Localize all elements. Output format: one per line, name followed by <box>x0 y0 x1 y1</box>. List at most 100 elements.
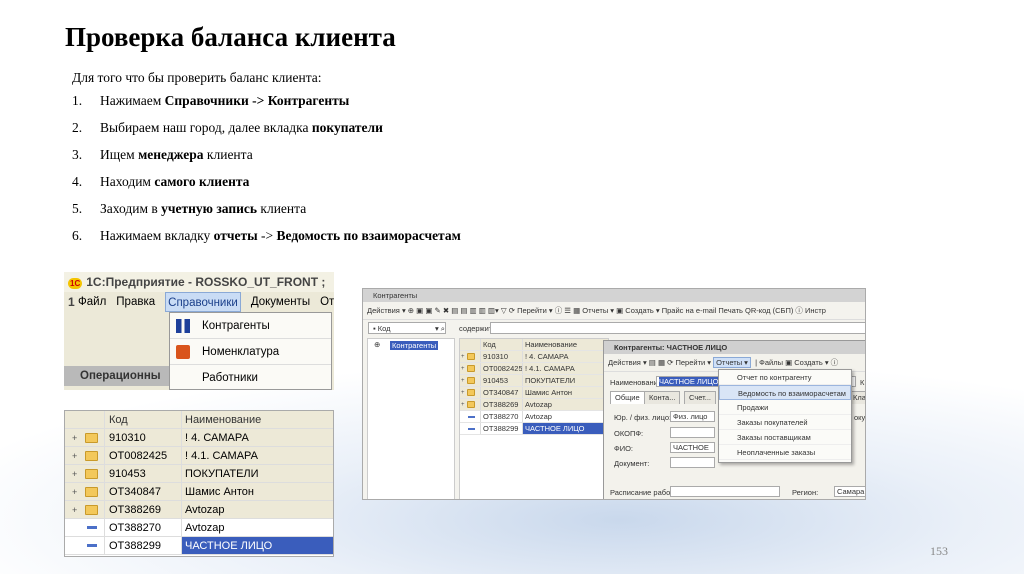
reports-menu-item[interactable]: Заказы поставщикам <box>719 430 851 445</box>
operations-panel: Операционны <box>64 366 174 386</box>
cell-code: ОТ340847 <box>105 483 182 500</box>
type-input[interactable]: Физ. лицо <box>670 411 715 422</box>
region-input[interactable]: Самара <box>834 486 865 497</box>
cell-code: 910310 <box>105 429 182 446</box>
table-row[interactable]: ОТ388299 ЧАСТНОЕ ЛИЦО <box>460 423 608 435</box>
region-label: Регион: <box>792 488 819 497</box>
menu-directories[interactable]: Справочники <box>165 292 241 312</box>
reports-menu-item[interactable]: Продажи <box>719 400 851 415</box>
folder-icon <box>85 451 98 461</box>
menu-item-workers[interactable]: Работники <box>170 365 331 390</box>
step-text: Ищем <box>100 147 139 162</box>
filter-field-select[interactable]: ▪ Код ▾ ⌕ <box>368 322 446 334</box>
cell-name: Avtozap <box>185 522 225 534</box>
step-text: Находим <box>100 174 155 189</box>
buyer-label: окуп <box>854 413 866 422</box>
filter-input[interactable] <box>490 322 865 334</box>
reports-menu-item[interactable]: Неоплаченные заказы <box>719 445 851 460</box>
tab-contacts[interactable]: Конта... <box>644 391 681 404</box>
menu-reports[interactable]: Отч <box>320 292 334 312</box>
column-name[interactable]: Наименование <box>522 339 608 350</box>
filter-label: содержит: <box>459 324 495 333</box>
column-code[interactable]: Код <box>480 339 522 350</box>
okopf-label: ОКОПФ: <box>614 429 644 438</box>
reports-dropdown: Отчет по контрагенту Ведомость по взаимор… <box>718 369 852 463</box>
expand-icon[interactable]: + <box>461 351 465 363</box>
document-input[interactable] <box>670 457 715 468</box>
reports-menu-item[interactable]: Ведомость по взаиморасчетам <box>719 385 851 400</box>
table-row[interactable]: + ОТ0082425! 4.1. САМАРА <box>460 363 608 375</box>
table-row[interactable]: +910310! 4. САМАРА <box>65 429 333 447</box>
step-number: 1. <box>72 93 83 108</box>
1c-logo: 1С <box>68 278 83 289</box>
cell-name: Avtozap <box>522 411 608 422</box>
menu-item-counterparties[interactable]: Контрагенты <box>170 313 331 339</box>
form-actions[interactable]: Действия ▾ ▤ ▦ ⟳ Перейти ▾ <box>608 358 711 367</box>
tree-node-counterparties[interactable]: Контрагенты <box>390 341 439 350</box>
okopf-select[interactable] <box>670 427 715 438</box>
expand-icon[interactable]: + <box>72 501 77 519</box>
expand-icon[interactable]: + <box>72 483 77 501</box>
table-row[interactable]: + ОТ340847 Шамис Антон <box>460 387 608 399</box>
folder-icon <box>85 487 98 497</box>
expand-icon[interactable]: + <box>461 399 465 411</box>
k-label: К <box>860 378 865 387</box>
slide-title: Проверка баланса клиента <box>65 22 396 52</box>
cell-name: Шамис Антон <box>185 486 254 498</box>
expand-icon[interactable]: + <box>72 465 77 483</box>
menu-edit[interactable]: Правка <box>116 292 155 312</box>
menu-item-nomenclature[interactable]: Номенклатура <box>170 339 331 365</box>
table-row[interactable]: + ОТ0082425! 4.1. САМАРА <box>65 447 333 465</box>
name-input[interactable]: ЧАСТНОЕ ЛИЦО <box>659 377 719 386</box>
expand-icon[interactable]: + <box>72 429 77 447</box>
reports-button[interactable]: Отчеты ▾ <box>713 357 751 368</box>
item-icon <box>87 544 97 547</box>
cell-name: ПОКУПАТЕЛИ <box>185 468 259 480</box>
step-text: клиента <box>257 201 307 216</box>
table-row[interactable]: ОТ388299 ЧАСТНОЕ ЛИЦО <box>65 537 333 555</box>
table-row[interactable]: ОТ388270 Avtozap <box>65 519 333 537</box>
expand-icon[interactable]: + <box>461 387 465 399</box>
people-icon <box>176 319 190 333</box>
table-row[interactable]: +910453 ПОКУПАТЕЛИ <box>460 375 608 387</box>
folder-icon <box>467 353 475 360</box>
schedule-input[interactable] <box>670 486 780 497</box>
cell-name: ЧАСТНОЕ ЛИЦО <box>522 423 608 434</box>
fio-input[interactable]: ЧАСТНОЕ ЛИЦ <box>670 442 715 453</box>
table-row[interactable]: ОТ388270 Avtozap <box>460 411 608 423</box>
folder-icon <box>85 433 98 443</box>
folder-icon <box>85 505 98 515</box>
column-code[interactable]: Код <box>105 411 182 428</box>
cell-name: ЧАСТНОЕ ЛИЦО <box>182 537 333 554</box>
step-bold: отчеты <box>213 228 258 243</box>
folder-icon <box>467 365 475 372</box>
counterparties-list: Код Наименование +910310! 4. САМАРА + ОТ008… <box>459 338 609 499</box>
expand-icon[interactable]: + <box>72 447 77 465</box>
form-actions-right[interactable]: Файлы ▣ Создать ▾ ⓘ <box>759 358 838 367</box>
expand-icon[interactable]: + <box>461 375 465 387</box>
cell-name: ! 4. САМАРА <box>185 432 249 444</box>
menu-bar: Файл Правка Справочники Документы Отч <box>64 292 334 312</box>
tab-general[interactable]: Общие <box>610 391 645 404</box>
tab-accounts[interactable]: Счет... <box>684 391 717 404</box>
type-label: Юр. / физ. лицо: <box>614 413 672 422</box>
step-bold: самого клиента <box>154 174 250 189</box>
table-row[interactable]: +910453 ПОКУПАТЕЛИ <box>65 465 333 483</box>
table-row[interactable]: + ОТ388269 Avtozap <box>460 399 608 411</box>
cell-code: 910310 <box>480 351 522 362</box>
column-name[interactable]: Наименование <box>182 411 333 428</box>
cell-code: ОТ388299 <box>480 423 522 434</box>
expand-icon[interactable]: + <box>461 363 465 375</box>
list-toolbar[interactable]: Действия ▾ ⊕ ▣ ▣ ✎ ✖ ▤ ▤ ▥ ▥ ▥▾ ▽ ⟳ Пере… <box>363 302 865 320</box>
menu-documents[interactable]: Документы <box>251 292 310 312</box>
cell-code: ОТ0082425 <box>105 447 182 464</box>
step-bold: учетную запись <box>161 201 258 216</box>
table-row[interactable]: + ОТ340847 Шамис Антон <box>65 483 333 501</box>
reports-menu-item[interactable]: Заказы покупателей <box>719 415 851 430</box>
table-row[interactable]: +910310! 4. САМАРА <box>460 351 608 363</box>
reports-menu-item[interactable]: Отчет по контрагенту <box>719 370 851 385</box>
step-number: 3. <box>72 147 83 162</box>
menu-file[interactable]: Файл <box>78 292 106 312</box>
table-row[interactable]: + ОТ388269 Avtozap <box>65 501 333 519</box>
document-label: Документ: <box>614 459 650 468</box>
